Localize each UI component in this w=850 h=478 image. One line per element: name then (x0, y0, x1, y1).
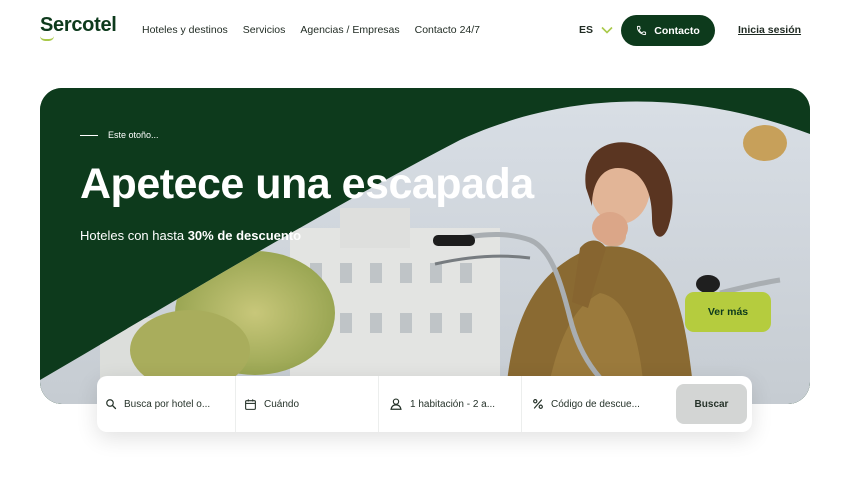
hero-subtitle-discount: 30% de descuento (187, 228, 302, 243)
search-icon (106, 399, 117, 410)
hotel-search-field[interactable]: Busca por hotel o... (97, 376, 236, 432)
brand-logo[interactable]: Sercotel (40, 14, 117, 37)
language-label: ES (579, 24, 594, 36)
dates-placeholder: Cuándo (264, 398, 300, 410)
login-link[interactable]: Inicia sesión (738, 24, 801, 36)
search-submit-button[interactable]: Buscar (676, 384, 747, 424)
phone-icon (637, 25, 647, 36)
person-icon (390, 398, 402, 410)
ver-mas-button[interactable]: Ver más (685, 292, 771, 332)
dates-field[interactable]: Cuándo (236, 376, 379, 432)
hero-subtitle: Hoteles con hasta 30% de descuento (80, 228, 301, 243)
site-header: Sercotel Hoteles y destinos Servicios Ag… (0, 0, 850, 62)
rooms-guests-field[interactable]: 1 habitación - 2 a... (379, 376, 522, 432)
nav-item-contacto-24-7[interactable]: Contacto 24/7 (415, 24, 480, 36)
rooms-guests-value: 1 habitación - 2 a... (410, 398, 496, 410)
contact-button-label: Contacto (654, 24, 700, 37)
hotel-search-placeholder: Busca por hotel o... (124, 398, 211, 410)
booking-search-bar: Busca por hotel o... Cuándo 1 habitación… (97, 376, 752, 432)
promo-code-field[interactable]: Código de descue... (522, 376, 672, 432)
promo-code-placeholder: Código de descue... (551, 398, 640, 410)
language-selector[interactable]: ES (579, 24, 613, 36)
hero-subtitle-prefix: Hoteles con hasta (80, 228, 188, 243)
nav-item-hoteles[interactable]: Hoteles y destinos (142, 24, 228, 36)
calendar-icon (245, 398, 256, 410)
chevron-down-icon (601, 26, 613, 34)
hero-title: Apetece una escapada (80, 160, 534, 208)
contact-button[interactable]: Contacto (621, 15, 715, 46)
percent-icon (533, 399, 543, 409)
eyebrow-text: Este otoño... (108, 130, 159, 140)
nav-item-agencias[interactable]: Agencias / Empresas (300, 24, 399, 36)
eyebrow-dash (80, 134, 98, 136)
nav-item-servicios[interactable]: Servicios (243, 24, 286, 36)
hero-eyebrow: Este otoño... (80, 130, 159, 140)
main-nav: Hoteles y destinos Servicios Agencias / … (142, 24, 480, 36)
logo-swoosh-icon (40, 36, 54, 41)
hero-banner: Este otoño... Apetece una escapada Hotel… (40, 88, 810, 404)
